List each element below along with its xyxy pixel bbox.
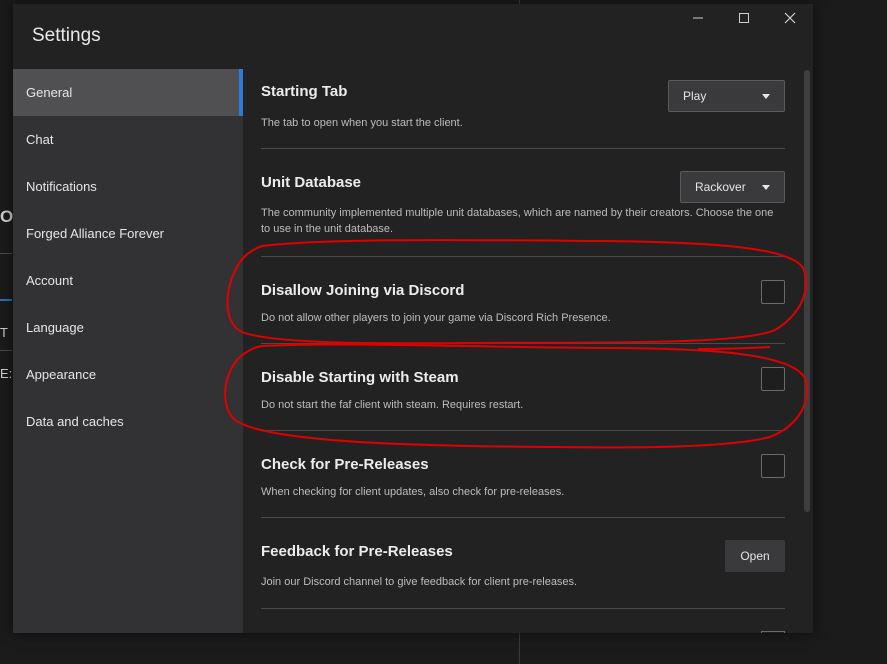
- settings-content: Starting Tab The tab to open when you st…: [261, 69, 785, 633]
- setting-starting-tab: Starting Tab The tab to open when you st…: [261, 69, 785, 149]
- sidebar-item-label: Appearance: [26, 367, 97, 382]
- setting-disallow-discord: Disallow Joining via Discord Do not allo…: [261, 257, 785, 344]
- content-scrollbar[interactable]: [804, 70, 810, 512]
- setting-description: The tab to open when you start the clien…: [261, 117, 463, 129]
- sidebar-item-label: Notifications: [26, 179, 97, 194]
- background-accent: [0, 299, 12, 301]
- maximize-icon[interactable]: [721, 4, 767, 32]
- sidebar-item-chat[interactable]: Chat: [13, 116, 243, 163]
- settings-sidebar: General Chat Notifications Forged Allian…: [13, 69, 243, 633]
- setting-unit-database: Unit Database The community implemented …: [261, 149, 785, 257]
- sidebar-item-label: Chat: [26, 132, 54, 147]
- sidebar-item-label: Account: [26, 273, 73, 288]
- window-title: Settings: [32, 25, 101, 46]
- sidebar-item-label: Forged Alliance Forever: [26, 226, 165, 241]
- dropdown-value: Play: [683, 89, 707, 103]
- background-fragment: E:: [0, 366, 13, 381]
- sidebar-item-label: Data and caches: [26, 414, 124, 429]
- disallow-discord-checkbox[interactable]: [761, 280, 785, 304]
- setting-title: Disable Starting with Steam: [261, 369, 459, 386]
- sidebar-item-forged-alliance-forever[interactable]: Forged Alliance Forever: [13, 210, 243, 257]
- setting-description: Do not start the faf client with steam. …: [261, 399, 524, 411]
- minimize-icon[interactable]: [675, 4, 721, 32]
- setting-title: Disallow Joining via Discord: [261, 282, 465, 299]
- dropdown-value: Rackover: [695, 180, 746, 194]
- setting-description: Join our Discord channel to give feedbac…: [261, 576, 578, 588]
- setting-title: Feedback for Pre-Releases: [261, 543, 453, 560]
- settings-window: Settings General Chat Notifications Forg…: [13, 4, 813, 633]
- pre-releases-checkbox[interactable]: [761, 454, 785, 478]
- sidebar-item-label: Language: [26, 320, 84, 335]
- close-icon[interactable]: [767, 4, 813, 32]
- setting-description: The community implemented multiple unit …: [261, 207, 774, 235]
- setting-disable-steam: Disable Starting with Steam Do not start…: [261, 344, 785, 431]
- setting-title: Unit Database: [261, 174, 362, 191]
- setting-title: Starting Tab: [261, 83, 348, 100]
- partial-checkbox: [761, 631, 785, 633]
- chevron-down-icon: [762, 94, 770, 99]
- background-line: [0, 350, 12, 351]
- sidebar-item-label: General: [26, 85, 73, 100]
- setting-feedback: Feedback for Pre-Releases Join our Disco…: [261, 518, 785, 609]
- window-controls: [675, 4, 813, 32]
- setting-description: Do not allow other players to join your …: [261, 312, 611, 324]
- sidebar-item-data-and-caches[interactable]: Data and caches: [13, 398, 243, 445]
- sidebar-item-general[interactable]: General: [13, 69, 243, 116]
- setting-description: When checking for client updates, also c…: [261, 486, 565, 498]
- sidebar-item-language[interactable]: Language: [13, 304, 243, 351]
- sidebar-item-account[interactable]: Account: [13, 257, 243, 304]
- background-fragment: T: [0, 325, 8, 340]
- starting-tab-dropdown[interactable]: Play: [668, 80, 785, 112]
- sidebar-item-notifications[interactable]: Notifications: [13, 163, 243, 210]
- setting-title: Check for Pre-Releases: [261, 456, 429, 473]
- chevron-down-icon: [762, 185, 770, 190]
- setting-pre-releases: Check for Pre-Releases When checking for…: [261, 431, 785, 518]
- disable-steam-checkbox[interactable]: [761, 367, 785, 391]
- sidebar-item-appearance[interactable]: Appearance: [13, 351, 243, 398]
- feedback-open-button[interactable]: Open: [725, 540, 785, 572]
- unit-database-dropdown[interactable]: Rackover: [680, 171, 785, 203]
- background-line: [0, 253, 12, 254]
